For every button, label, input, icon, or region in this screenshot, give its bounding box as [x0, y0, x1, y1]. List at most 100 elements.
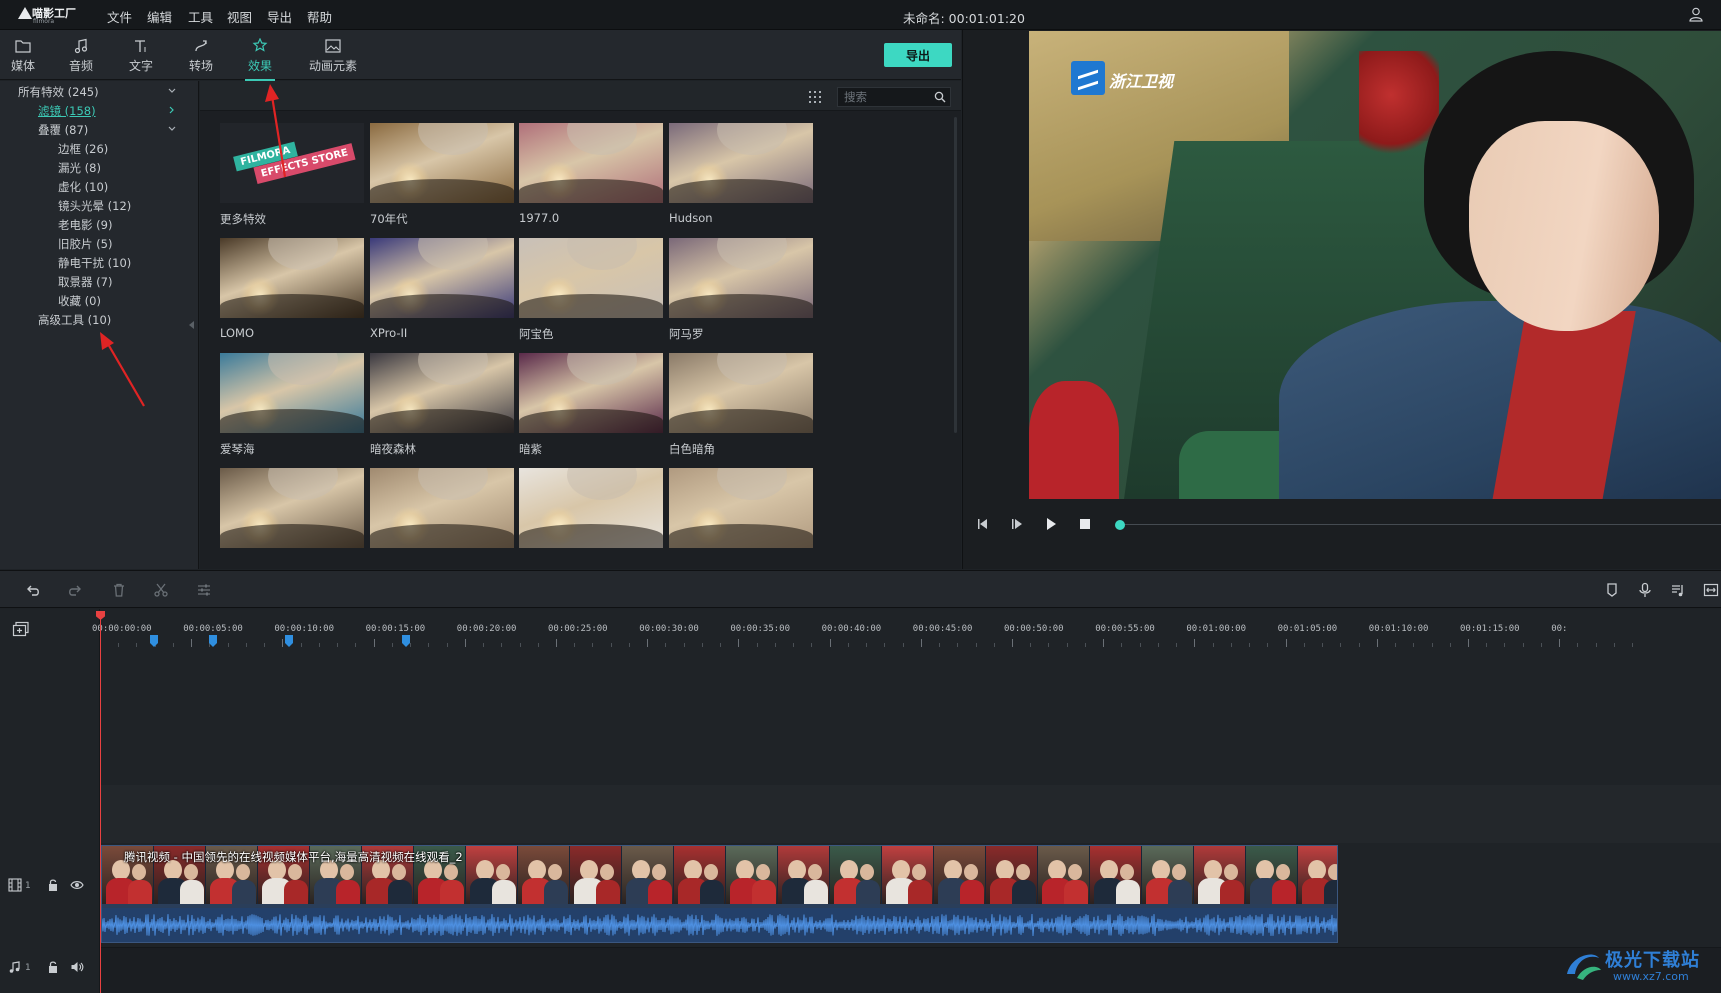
user-icon[interactable] [1689, 7, 1703, 22]
add-track-icon[interactable] [12, 621, 30, 637]
playhead[interactable] [100, 611, 101, 993]
ruler-tick-label: 00:00:35:00 [730, 624, 790, 634]
timeline-marker-icon[interactable] [402, 635, 410, 647]
ruler-minor-tick [1030, 643, 1032, 647]
timeline-ruler[interactable]: 00:00:00:00 00:00:05:00 00:00:10:00 00:00:1… [92, 609, 1721, 649]
tree-overlay[interactable]: 叠覆 (87) [38, 122, 88, 138]
adjust-icon[interactable] [196, 582, 212, 598]
menu-help[interactable]: 帮助 [307, 7, 332, 26]
music-note-icon [74, 38, 88, 54]
video-clip[interactable]: 腾讯视频 - 中国领先的在线视频媒体平台,海量高清视频在线观看_2 [101, 845, 1338, 943]
undo-icon[interactable] [25, 582, 41, 598]
empty-track-lane[interactable] [100, 649, 1721, 785]
ruler-minor-tick [975, 643, 977, 647]
effect-thumbnail[interactable]: Hudson [669, 123, 813, 225]
effect-thumbnail[interactable]: 70年代 [370, 123, 514, 227]
effect-thumbnail[interactable]: 1977.0 [519, 123, 663, 225]
cut-icon[interactable] [153, 582, 169, 598]
ruler-tick-label: 00:01:15:00 [1460, 624, 1520, 634]
effect-thumbnail[interactable] [519, 468, 663, 548]
tab-media[interactable]: 媒体 [0, 36, 46, 76]
lock-icon[interactable] [46, 878, 60, 892]
chevron-down-icon[interactable] [167, 86, 177, 96]
eye-icon[interactable] [70, 878, 84, 892]
tree-filter[interactable]: 滤镜 (158) [38, 103, 96, 119]
ruler-minor-tick [774, 643, 776, 647]
previous-frame-icon[interactable] [975, 516, 991, 532]
menu-file[interactable]: 文件 [107, 7, 132, 26]
ruler-minor-tick [1322, 643, 1324, 647]
clip-frame [674, 846, 726, 904]
tree-overlay-old-negative[interactable]: 旧胶片 (5) [58, 236, 112, 252]
tree-overlay-light-leak[interactable]: 漏光 (8) [58, 160, 101, 176]
timeline-marker-icon[interactable] [209, 635, 217, 647]
delete-icon[interactable] [111, 582, 127, 598]
ruler-major-tick [282, 639, 284, 647]
marker-icon[interactable] [1604, 582, 1620, 598]
tab-text[interactable]: 文字 [118, 36, 164, 76]
grid-scrollbar[interactable] [954, 117, 957, 433]
video-track-icon [8, 878, 22, 892]
menu-view[interactable]: 视图 [227, 7, 252, 26]
timeline-marker-icon[interactable] [150, 635, 158, 647]
ruler-minor-tick [811, 643, 813, 647]
microphone-icon[interactable] [1637, 582, 1653, 598]
effect-thumbnail[interactable]: XPro-II [370, 238, 514, 340]
tree-overlay-blur[interactable]: 虚化 (10) [58, 179, 108, 195]
clip-frame [882, 846, 934, 904]
play-icon[interactable] [1043, 516, 1059, 532]
audio-track-lane[interactable] [100, 947, 1721, 993]
ruler-minor-tick [1048, 643, 1050, 647]
effect-thumbnail[interactable]: 阿宝色 [519, 238, 663, 342]
effect-thumbnail[interactable] [370, 468, 514, 548]
tree-overlay-static[interactable]: 静电干扰 (10) [58, 255, 131, 271]
tree-advanced-tools[interactable]: 高级工具 (10) [38, 312, 111, 328]
tree-overlay-border[interactable]: 边框 (26) [58, 141, 108, 157]
speaker-icon[interactable] [70, 960, 84, 974]
ruler-minor-tick [957, 643, 959, 647]
clip-frame [1194, 846, 1246, 904]
menu-edit[interactable]: 编辑 [147, 7, 172, 26]
audio-mixer-icon[interactable] [1670, 582, 1686, 598]
tab-label: 效果 [247, 59, 272, 73]
tree-all-effects[interactable]: 所有特效 (245) [18, 84, 99, 100]
text-icon [135, 40, 146, 52]
next-frame-icon[interactable] [1009, 516, 1025, 532]
playback-progress-track[interactable] [1119, 524, 1721, 525]
menu-tools[interactable]: 工具 [188, 7, 213, 26]
chevron-down-icon[interactable] [167, 124, 177, 134]
export-button[interactable]: 导出 [884, 43, 952, 67]
track-divider [100, 785, 1721, 843]
effect-thumbnail[interactable] [669, 468, 813, 548]
menu-export[interactable]: 导出 [267, 7, 292, 26]
effect-name: 暗紫 [519, 442, 542, 456]
clip-frame [778, 846, 830, 904]
playback-progress-knob[interactable] [1115, 520, 1125, 530]
zoom-fit-icon[interactable] [1703, 582, 1719, 598]
effect-thumbnail[interactable] [220, 468, 364, 548]
tree-overlay-old-film[interactable]: 老电影 (9) [58, 217, 112, 233]
effect-thumbnail[interactable]: 暗夜森林 [370, 353, 514, 457]
tree-overlay-viewfinder[interactable]: 取景器 (7) [58, 274, 112, 290]
effect-thumbnail[interactable]: LOMO [220, 238, 364, 340]
tree-overlay-favorites[interactable]: 收藏 (0) [58, 293, 101, 309]
video-track-lane[interactable]: 腾讯视频 - 中国领先的在线视频媒体平台,海量高清视频在线观看_2 [100, 843, 1721, 947]
ruler-minor-tick [1595, 643, 1597, 647]
ruler-minor-tick [1157, 643, 1159, 647]
effect-thumbnail[interactable]: 阿马罗 [669, 238, 813, 342]
tab-audio[interactable]: 音频 [58, 36, 104, 76]
collapse-panel-icon[interactable] [189, 321, 195, 329]
tab-animation-elements[interactable]: 动画元素 [307, 36, 359, 76]
redo-icon[interactable] [67, 582, 83, 598]
lock-icon[interactable] [46, 960, 60, 974]
stop-icon[interactable] [1077, 516, 1093, 532]
timeline-marker-icon[interactable] [285, 635, 293, 647]
effect-thumbnail[interactable]: 爱琴海 [220, 353, 364, 457]
chevron-right-icon[interactable] [167, 105, 177, 115]
tab-transition[interactable]: 转场 [178, 36, 224, 76]
tab-effects[interactable]: 效果 [237, 36, 283, 81]
effect-thumbnail[interactable]: 暗紫 [519, 353, 663, 457]
tree-overlay-lens-flare[interactable]: 镜头光晕 (12) [58, 198, 131, 214]
effect-thumbnail[interactable]: 白色暗角 [669, 353, 813, 457]
app-logo: 喵影工厂 filmora [18, 4, 80, 26]
